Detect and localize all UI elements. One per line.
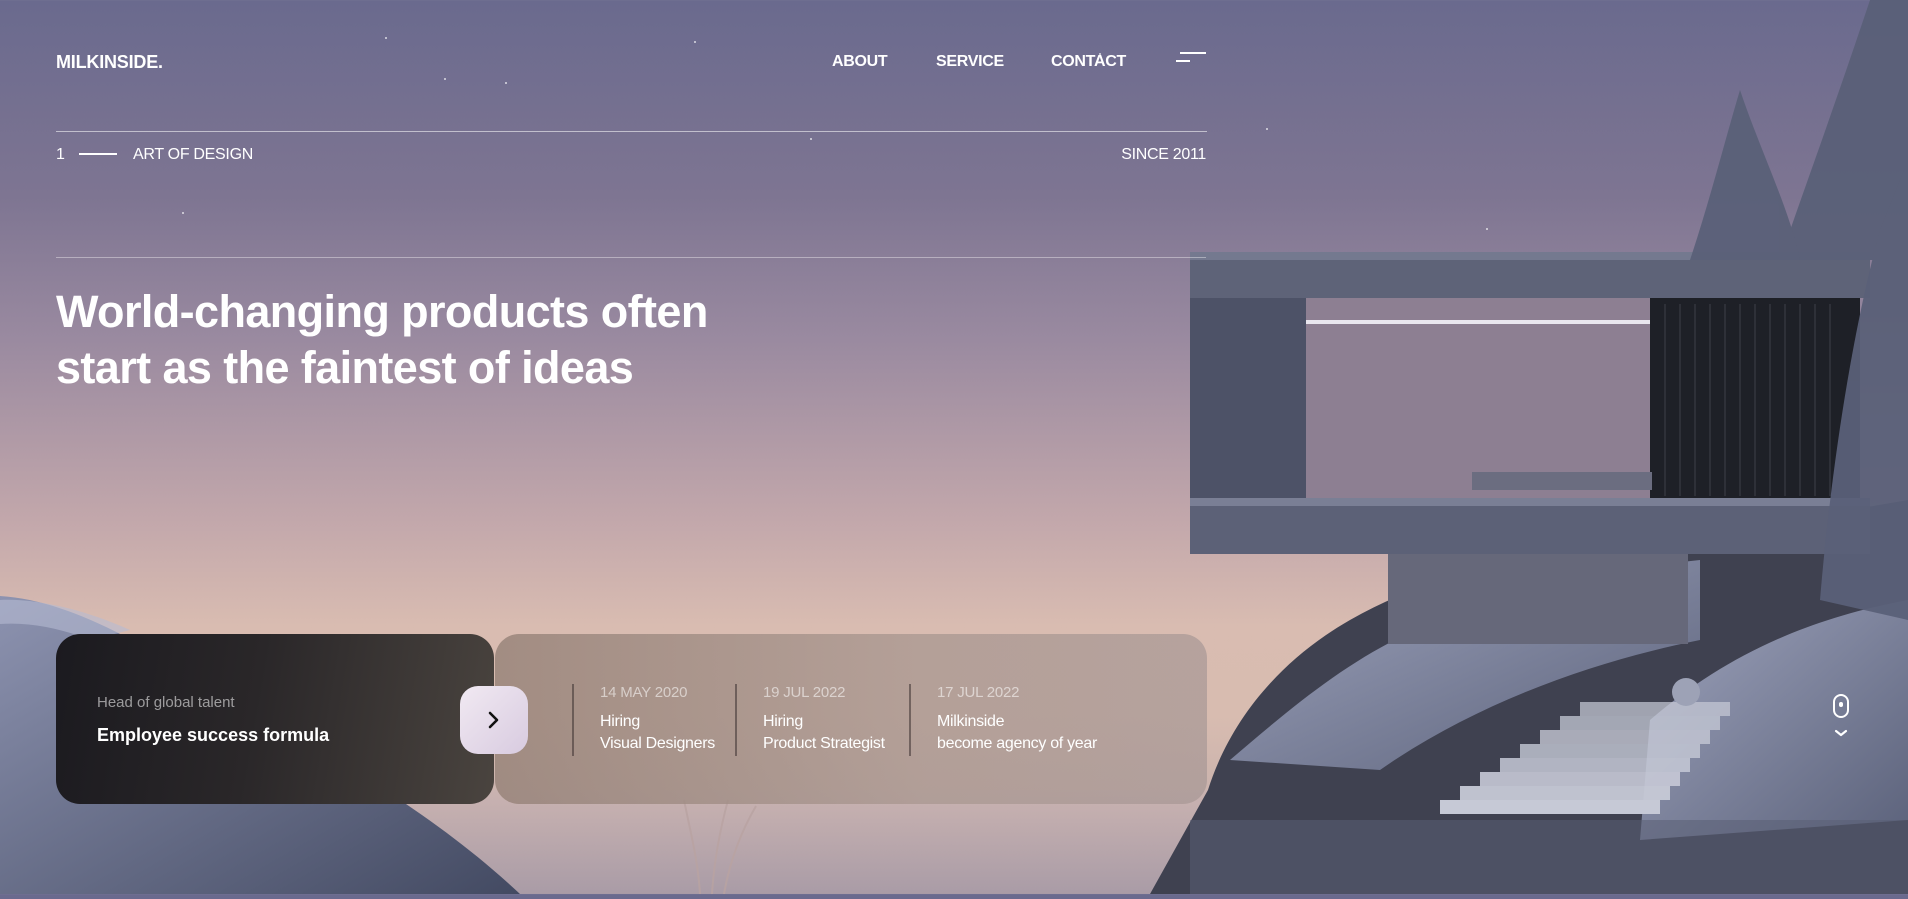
section-tagline: ART OF DESIGN [133,146,253,163]
news-line-2: Visual Designers [600,735,715,752]
news-divider [909,684,911,756]
news-line-1: Hiring [600,713,640,730]
nav-about[interactable]: ABOUT [832,53,888,71]
news-date: 19 JUL 2022 [763,684,846,701]
chevron-right-icon [488,711,499,729]
header-divider [56,131,1207,132]
feature-title: Employee success formula [97,725,330,745]
mouse-scroll-icon[interactable] [1833,694,1849,718]
menu-line [1176,60,1190,62]
feature-caption: Head of global talent [97,694,235,711]
news-line-2: Product Strategist [763,735,885,752]
news-divider [572,684,574,756]
hero-headline: World-changing products often start as t… [56,284,816,396]
nav-service[interactable]: SERVICE [936,53,1004,71]
scroll-wheel [1839,702,1843,707]
hamburger-menu-icon[interactable] [1176,50,1206,68]
news-divider [735,684,737,756]
news-date: 17 JUL 2022 [937,684,1020,701]
headline-line-1: World-changing products often [56,286,708,337]
hero-divider [56,257,1206,258]
menu-line [1180,52,1206,54]
feature-card[interactable]: Head of global talent Employee success f… [56,634,494,804]
index-line [79,153,117,155]
news-line-2: become agency of year [937,735,1098,752]
news-line-1: Hiring [763,713,803,730]
chevron-down-icon[interactable] [1833,728,1849,738]
section-index: 1 [56,146,65,163]
nav-contact[interactable]: CONTACT [1051,53,1126,71]
news-date: 14 MAY 2020 [600,684,688,701]
news-line-1: Milkinside [937,713,1005,730]
brand-logo[interactable]: MILKINSIDE. [56,52,163,73]
since-label: SINCE 2011 [1121,146,1206,163]
headline-line-2: start as the faintest of ideas [56,342,634,393]
next-button[interactable] [460,686,528,754]
